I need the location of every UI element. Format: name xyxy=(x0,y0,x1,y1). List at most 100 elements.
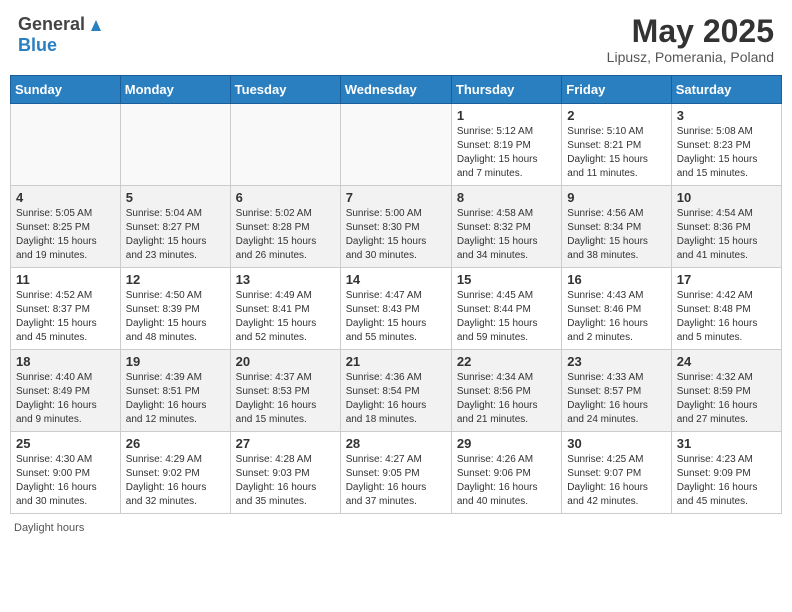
day-number: 31 xyxy=(677,436,776,451)
day-info: Sunrise: 4:52 AM Sunset: 8:37 PM Dayligh… xyxy=(16,289,115,345)
col-saturday: Saturday xyxy=(671,76,781,104)
day-number: 21 xyxy=(346,354,446,369)
day-number: 13 xyxy=(236,272,335,287)
day-info: Sunrise: 4:36 AM Sunset: 8:54 PM Dayligh… xyxy=(346,371,446,427)
calendar-week-row: 18 Sunrise: 4:40 AM Sunset: 8:49 PM Dayli… xyxy=(11,350,782,432)
table-row: 28 Sunrise: 4:27 AM Sunset: 9:05 PM Dayli… xyxy=(340,432,451,514)
table-row: 27 Sunrise: 4:28 AM Sunset: 9:03 PM Dayli… xyxy=(230,432,340,514)
day-number: 18 xyxy=(16,354,115,369)
day-number: 5 xyxy=(126,190,225,205)
day-number: 26 xyxy=(126,436,225,451)
calendar-footer: Daylight hours xyxy=(10,522,782,534)
calendar-header-row: Sunday Monday Tuesday Wednesday Thursday… xyxy=(11,76,782,104)
day-number: 7 xyxy=(346,190,446,205)
table-row: 24Sunrise: 4:32 AM Sunset: 8:59 PM Dayli… xyxy=(671,350,781,432)
day-info: Sunrise: 5:05 AM Sunset: 8:25 PM Dayligh… xyxy=(16,207,115,263)
table-row xyxy=(120,104,230,186)
day-info: Sunrise: 5:10 AM Sunset: 8:21 PM Dayligh… xyxy=(567,125,665,181)
day-info: Sunrise: 5:08 AM Sunset: 8:23 PM Dayligh… xyxy=(677,125,776,181)
table-row: 7 Sunrise: 5:00 AM Sunset: 8:30 PM Daylig… xyxy=(340,186,451,268)
day-number: 28 xyxy=(346,436,446,451)
table-row: 2 Sunrise: 5:10 AM Sunset: 8:21 PM Daylig… xyxy=(562,104,671,186)
table-row: 29 Sunrise: 4:26 AM Sunset: 9:06 PM Dayli… xyxy=(451,432,561,514)
day-info: Sunrise: 4:25 AM Sunset: 9:07 PM Dayligh… xyxy=(567,453,665,509)
day-info: Sunrise: 5:12 AM Sunset: 8:19 PM Dayligh… xyxy=(457,125,556,181)
calendar-week-row: 25 Sunrise: 4:30 AM Sunset: 9:00 PM Dayli… xyxy=(11,432,782,514)
day-info: Sunrise: 4:47 AM Sunset: 8:43 PM Dayligh… xyxy=(346,289,446,345)
table-row xyxy=(230,104,340,186)
table-row: 25 Sunrise: 4:30 AM Sunset: 9:00 PM Dayli… xyxy=(11,432,121,514)
day-info: Sunrise: 4:27 AM Sunset: 9:05 PM Dayligh… xyxy=(346,453,446,509)
day-number: 3 xyxy=(677,108,776,123)
day-info: Sunrise: 4:23 AM Sunset: 9:09 PM Dayligh… xyxy=(677,453,776,509)
day-number: 17 xyxy=(677,272,776,287)
day-info: Sunrise: 4:49 AM Sunset: 8:41 PM Dayligh… xyxy=(236,289,335,345)
col-friday: Friday xyxy=(562,76,671,104)
day-number: 29 xyxy=(457,436,556,451)
day-info: Sunrise: 4:45 AM Sunset: 8:44 PM Dayligh… xyxy=(457,289,556,345)
table-row: 19 Sunrise: 4:39 AM Sunset: 8:51 PM Dayli… xyxy=(120,350,230,432)
table-row: 16Sunrise: 4:43 AM Sunset: 8:46 PM Dayli… xyxy=(562,268,671,350)
calendar-week-row: 4 Sunrise: 5:05 AM Sunset: 8:25 PM Daylig… xyxy=(11,186,782,268)
calendar-week-row: 1 Sunrise: 5:12 AM Sunset: 8:19 PM Daylig… xyxy=(11,104,782,186)
table-row: 14 Sunrise: 4:47 AM Sunset: 8:43 PM Dayli… xyxy=(340,268,451,350)
day-info: Sunrise: 4:26 AM Sunset: 9:06 PM Dayligh… xyxy=(457,453,556,509)
day-number: 10 xyxy=(677,190,776,205)
day-number: 12 xyxy=(126,272,225,287)
table-row: 21 Sunrise: 4:36 AM Sunset: 8:54 PM Dayli… xyxy=(340,350,451,432)
day-number: 20 xyxy=(236,354,335,369)
day-info: Sunrise: 4:30 AM Sunset: 9:00 PM Dayligh… xyxy=(16,453,115,509)
table-row: 17Sunrise: 4:42 AM Sunset: 8:48 PM Dayli… xyxy=(671,268,781,350)
day-number: 9 xyxy=(567,190,665,205)
table-row xyxy=(11,104,121,186)
day-info: Sunrise: 4:40 AM Sunset: 8:49 PM Dayligh… xyxy=(16,371,115,427)
table-row: 30 Sunrise: 4:25 AM Sunset: 9:07 PM Dayli… xyxy=(562,432,671,514)
table-row: 23 Sunrise: 4:33 AM Sunset: 8:57 PM Dayli… xyxy=(562,350,671,432)
calendar-week-row: 11Sunrise: 4:52 AM Sunset: 8:37 PM Dayli… xyxy=(11,268,782,350)
day-info: Sunrise: 4:37 AM Sunset: 8:53 PM Dayligh… xyxy=(236,371,335,427)
table-row: 20 Sunrise: 4:37 AM Sunset: 8:53 PM Dayli… xyxy=(230,350,340,432)
day-number: 4 xyxy=(16,190,115,205)
day-number: 1 xyxy=(457,108,556,123)
table-row: 11Sunrise: 4:52 AM Sunset: 8:37 PM Dayli… xyxy=(11,268,121,350)
table-row xyxy=(340,104,451,186)
day-number: 25 xyxy=(16,436,115,451)
day-info: Sunrise: 4:29 AM Sunset: 9:02 PM Dayligh… xyxy=(126,453,225,509)
day-info: Sunrise: 4:56 AM Sunset: 8:34 PM Dayligh… xyxy=(567,207,665,263)
day-info: Sunrise: 5:00 AM Sunset: 8:30 PM Dayligh… xyxy=(346,207,446,263)
day-number: 6 xyxy=(236,190,335,205)
month-title: May 2025 xyxy=(607,14,774,49)
day-number: 22 xyxy=(457,354,556,369)
day-number: 19 xyxy=(126,354,225,369)
table-row: 13 Sunrise: 4:49 AM Sunset: 8:41 PM Dayli… xyxy=(230,268,340,350)
day-info: Sunrise: 4:28 AM Sunset: 9:03 PM Dayligh… xyxy=(236,453,335,509)
col-tuesday: Tuesday xyxy=(230,76,340,104)
col-thursday: Thursday xyxy=(451,76,561,104)
day-info: Sunrise: 4:50 AM Sunset: 8:39 PM Dayligh… xyxy=(126,289,225,345)
day-number: 8 xyxy=(457,190,556,205)
day-info: Sunrise: 4:33 AM Sunset: 8:57 PM Dayligh… xyxy=(567,371,665,427)
col-wednesday: Wednesday xyxy=(340,76,451,104)
table-row: 9 Sunrise: 4:56 AM Sunset: 8:34 PM Daylig… xyxy=(562,186,671,268)
day-info: Sunrise: 5:04 AM Sunset: 8:27 PM Dayligh… xyxy=(126,207,225,263)
col-sunday: Sunday xyxy=(11,76,121,104)
table-row: 31 Sunrise: 4:23 AM Sunset: 9:09 PM Dayli… xyxy=(671,432,781,514)
day-number: 27 xyxy=(236,436,335,451)
day-number: 14 xyxy=(346,272,446,287)
day-info: Sunrise: 4:39 AM Sunset: 8:51 PM Dayligh… xyxy=(126,371,225,427)
table-row: 6Sunrise: 5:02 AM Sunset: 8:28 PM Daylig… xyxy=(230,186,340,268)
day-info: Sunrise: 4:32 AM Sunset: 8:59 PM Dayligh… xyxy=(677,371,776,427)
day-number: 23 xyxy=(567,354,665,369)
day-number: 2 xyxy=(567,108,665,123)
col-monday: Monday xyxy=(120,76,230,104)
table-row: 18 Sunrise: 4:40 AM Sunset: 8:49 PM Dayli… xyxy=(11,350,121,432)
day-info: Sunrise: 4:34 AM Sunset: 8:56 PM Dayligh… xyxy=(457,371,556,427)
page-header: General Blue May 2025 Lipusz, Pomerania,… xyxy=(10,10,782,69)
day-number: 30 xyxy=(567,436,665,451)
daylight-label: Daylight hours xyxy=(14,522,84,534)
table-row: 26 Sunrise: 4:29 AM Sunset: 9:02 PM Dayli… xyxy=(120,432,230,514)
logo: General Blue xyxy=(18,14,105,56)
title-area: May 2025 Lipusz, Pomerania, Poland xyxy=(607,14,774,65)
table-row: 10Sunrise: 4:54 AM Sunset: 8:36 PM Dayli… xyxy=(671,186,781,268)
table-row: 1 Sunrise: 5:12 AM Sunset: 8:19 PM Daylig… xyxy=(451,104,561,186)
